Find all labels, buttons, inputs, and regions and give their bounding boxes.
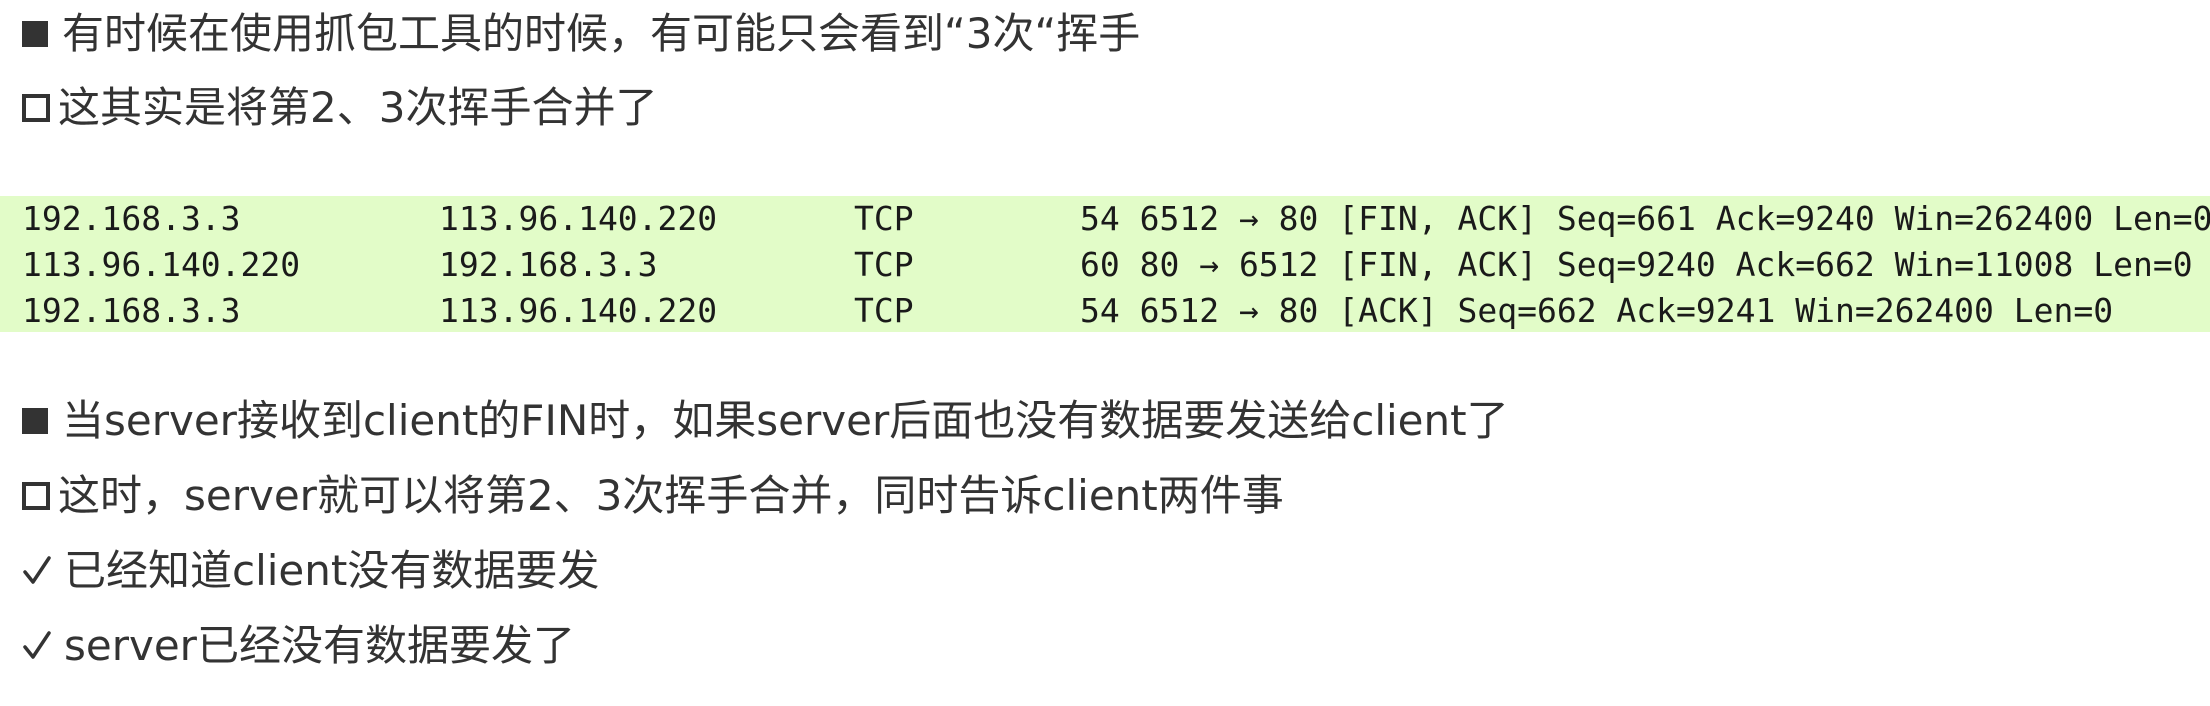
packet-source: 113.96.140.220 — [22, 245, 301, 284]
packet-info: 54 6512 → 80 [FIN, ACK] Seq=661 Ack=9240… — [1080, 199, 2210, 238]
packet-destination: 113.96.140.220 — [439, 291, 718, 330]
bullet-text: 这其实是将第2、3次挥手合并了 — [58, 83, 658, 132]
hollow-square-bullet-icon — [22, 482, 50, 510]
bullet-line-3: 当server接收到client的FIN时，如果server后面也没有数据要发送… — [22, 393, 1509, 449]
filled-square-bullet-icon — [22, 408, 48, 434]
packet-source: 192.168.3.3 — [22, 291, 241, 330]
bullet-line-5: 已经知道client没有数据要发 — [22, 543, 599, 599]
bullet-line-2: 这其实是将第2、3次挥手合并了 — [22, 80, 657, 136]
bullet-line-6: server已经没有数据要发了 — [22, 618, 575, 674]
packet-row[interactable]: 192.168.3.3 113.96.140.220 TCP 54 6512 →… — [0, 288, 2210, 334]
packet-info: 60 80 → 6512 [FIN, ACK] Seq=9240 Ack=662… — [1080, 245, 2193, 284]
packet-row[interactable]: 113.96.140.220 192.168.3.3 TCP 60 80 → 6… — [0, 242, 2210, 288]
hollow-square-bullet-icon — [22, 94, 50, 122]
filled-square-bullet-icon — [22, 21, 48, 47]
packet-row[interactable]: 192.168.3.3 113.96.140.220 TCP 54 6512 →… — [0, 196, 2210, 242]
packet-capture-table: 192.168.3.3 113.96.140.220 TCP 54 6512 →… — [0, 196, 2210, 332]
check-mark-icon — [22, 628, 52, 664]
packet-protocol: TCP — [854, 291, 914, 330]
bullet-line-1: 有时候在使用抓包工具的时候，有可能只会看到“3次“挥手 — [22, 6, 1140, 62]
bullet-text: 已经知道client没有数据要发 — [64, 546, 600, 595]
bullet-text: 这时，server就可以将第2、3次挥手合并，同时告诉client两件事 — [58, 471, 1284, 520]
bullet-line-4: 这时，server就可以将第2、3次挥手合并，同时告诉client两件事 — [22, 468, 1284, 524]
packet-source: 192.168.3.3 — [22, 199, 241, 238]
packet-info: 54 6512 → 80 [ACK] Seq=662 Ack=9241 Win=… — [1080, 291, 2114, 330]
bullet-text: 有时候在使用抓包工具的时候，有可能只会看到“3次“挥手 — [62, 9, 1141, 58]
packet-protocol: TCP — [854, 199, 914, 238]
check-mark-icon — [22, 553, 52, 589]
packet-destination: 113.96.140.220 — [439, 199, 718, 238]
packet-protocol: TCP — [854, 245, 914, 284]
bullet-text: 当server接收到client的FIN时，如果server后面也没有数据要发送… — [62, 396, 1509, 445]
packet-destination: 192.168.3.3 — [439, 245, 658, 284]
bullet-text: server已经没有数据要发了 — [64, 621, 575, 670]
